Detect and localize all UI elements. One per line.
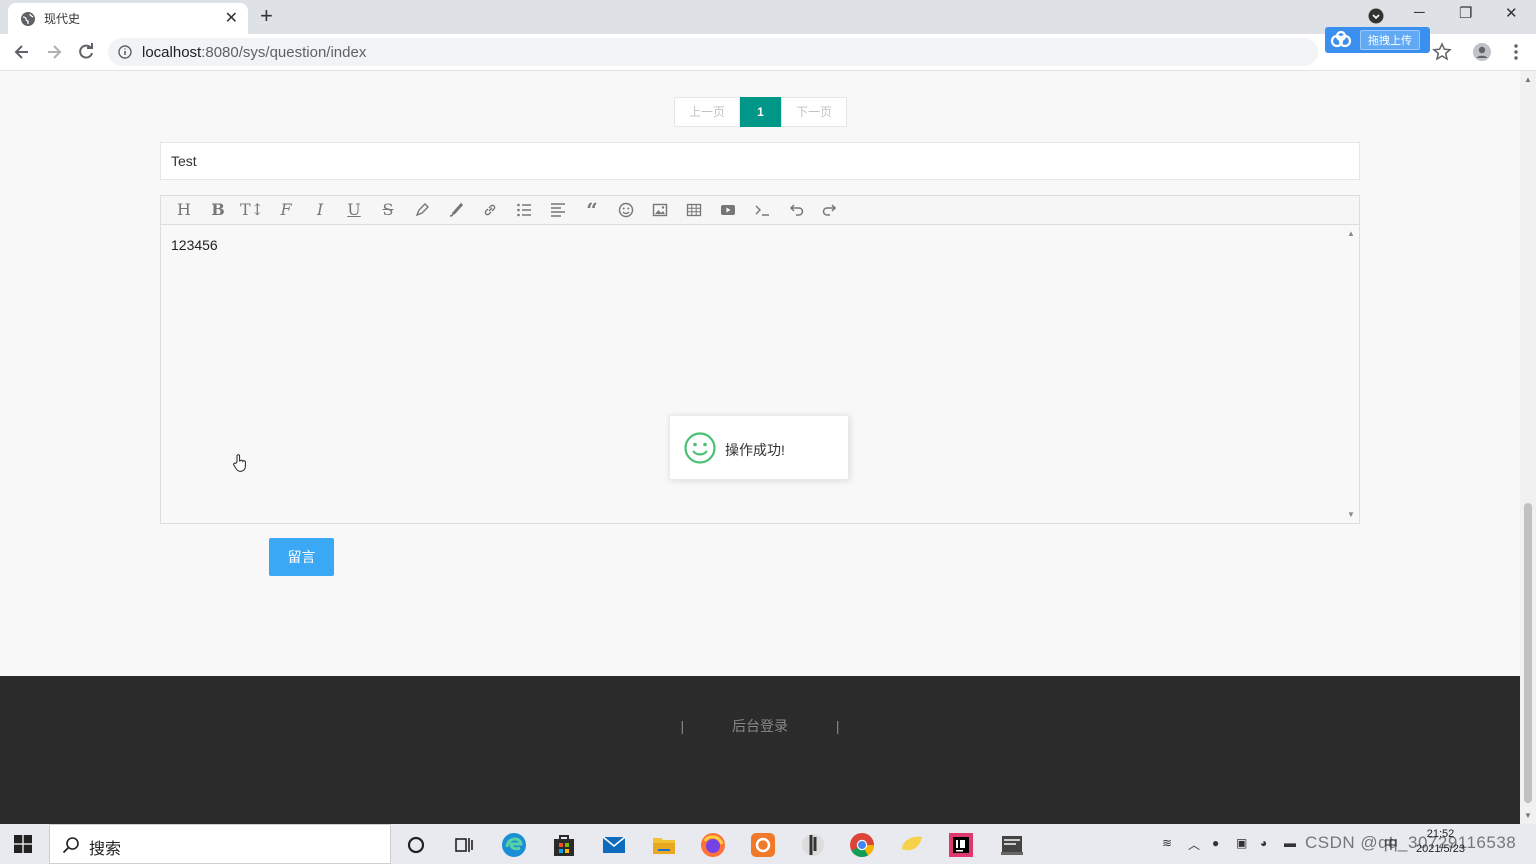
globe-icon xyxy=(21,11,35,26)
app-inkscape-icon[interactable] xyxy=(800,832,826,858)
app-gear-icon[interactable] xyxy=(750,832,776,858)
tray-chevron-icon[interactable]: ︿ xyxy=(1188,836,1200,853)
editor-toolbar: H B T↕ F I U S “ xyxy=(161,196,1359,225)
justify-icon[interactable] xyxy=(541,196,575,224)
image-icon[interactable] xyxy=(643,196,677,224)
prev-page-button[interactable]: 上一页 xyxy=(674,97,740,127)
mail-icon[interactable] xyxy=(601,832,627,858)
app-yellow-icon[interactable] xyxy=(899,832,925,858)
page-scrollbar[interactable]: ▲ ▼ xyxy=(1520,71,1536,824)
csdn-watermark: CSDN @qq_30729116538 xyxy=(1305,833,1517,852)
undo-icon[interactable] xyxy=(779,196,813,224)
question-title-input[interactable]: Test xyxy=(160,142,1360,180)
url-text: localhost:8080/sys/question/index xyxy=(142,44,366,61)
font-size-icon[interactable]: T↕ xyxy=(235,196,269,224)
cloud-icon xyxy=(1330,31,1352,48)
task-view-icon[interactable] xyxy=(451,832,477,858)
footer-separator: | xyxy=(680,718,685,734)
list-icon[interactable] xyxy=(507,196,541,224)
pagination: 上一页 1 下一页 xyxy=(674,97,847,127)
hand-cursor-icon xyxy=(233,454,246,472)
firefox-icon[interactable] xyxy=(700,832,726,858)
profile-avatar-icon[interactable] xyxy=(1472,42,1492,62)
taskbar-search-placeholder: 搜索 xyxy=(89,841,122,858)
url-path: :8080/sys/question/index xyxy=(201,44,367,61)
editor-content-text: 123456 xyxy=(171,237,218,253)
editor-scroll-down-icon[interactable]: ▼ xyxy=(1347,510,1355,519)
next-page-button[interactable]: 下一页 xyxy=(781,97,847,127)
file-explorer-icon[interactable] xyxy=(651,832,677,858)
browser-tab-bar: 现代史 ✕ + ─ ❐ ✕ xyxy=(0,0,1536,34)
leave-message-button[interactable]: 留言 xyxy=(269,538,334,576)
upload-extension-button[interactable]: 拖拽上传 xyxy=(1325,27,1430,53)
url-host: localhost xyxy=(142,44,202,61)
emoticon-icon[interactable] xyxy=(609,196,643,224)
heading-icon[interactable]: H xyxy=(167,196,201,224)
wifi-icon[interactable]: ≋ xyxy=(1162,836,1172,850)
taskbar-search-box[interactable]: 搜索 xyxy=(49,824,391,864)
browser-toolbar: localhost:8080/sys/question/index xyxy=(0,34,1536,71)
windows-taskbar: 搜索 ≋ ︿ ● ▣ ◕ ▬ 中 21:52 2021/5/23 CSDN @q… xyxy=(0,824,1536,864)
battery-icon[interactable]: ▬ xyxy=(1284,836,1296,850)
smile-icon xyxy=(684,432,716,464)
app-terminal-icon[interactable] xyxy=(999,832,1025,858)
qq-icon[interactable]: ◕ xyxy=(1260,836,1267,850)
browser-tab[interactable]: 现代史 ✕ xyxy=(8,3,248,34)
page-content: 上一页 1 下一页 Test H B T↕ F I U S “ 123456 ▲… xyxy=(0,71,1520,824)
extension-label: 拖拽上传 xyxy=(1360,30,1420,50)
editor-scrollbar[interactable]: ▲ ▼ xyxy=(1342,225,1359,524)
scroll-down-icon[interactable]: ▼ xyxy=(1524,811,1532,820)
editor-scroll-up-icon[interactable]: ▲ xyxy=(1347,229,1355,238)
current-page-button[interactable]: 1 xyxy=(740,97,781,127)
font-family-icon[interactable]: F xyxy=(269,196,303,224)
table-icon[interactable] xyxy=(677,196,711,224)
intellij-icon[interactable] xyxy=(948,832,974,858)
store-icon[interactable] xyxy=(551,832,577,858)
windows-start-icon[interactable] xyxy=(14,835,32,853)
forward-arrow-icon[interactable] xyxy=(44,42,64,62)
edge-browser-icon[interactable] xyxy=(501,832,527,858)
footer-separator: | xyxy=(835,718,840,734)
strikethrough-icon[interactable]: S xyxy=(371,196,405,224)
monitor-icon[interactable]: ▣ xyxy=(1236,836,1247,850)
tab-close-icon[interactable]: ✕ xyxy=(225,10,238,27)
info-icon[interactable] xyxy=(118,45,132,59)
redo-icon[interactable] xyxy=(813,196,847,224)
restore-button[interactable]: ❐ xyxy=(1459,4,1472,22)
code-icon[interactable] xyxy=(745,196,779,224)
reload-icon[interactable] xyxy=(76,42,96,62)
italic-icon[interactable]: I xyxy=(303,196,337,224)
back-arrow-icon[interactable] xyxy=(12,42,32,62)
bold-icon[interactable]: B xyxy=(201,196,235,224)
fore-color-icon[interactable] xyxy=(405,196,439,224)
chrome-icon[interactable] xyxy=(849,832,875,858)
new-tab-button[interactable]: + xyxy=(260,4,273,28)
minimize-button[interactable]: ─ xyxy=(1414,4,1425,21)
microphone-icon[interactable]: ● xyxy=(1212,836,1219,850)
background-color-icon[interactable] xyxy=(439,196,473,224)
toast-message: 操作成功! xyxy=(725,442,785,458)
bookmark-star-icon[interactable] xyxy=(1432,42,1452,62)
cortana-icon[interactable] xyxy=(403,832,429,858)
video-icon[interactable] xyxy=(711,196,745,224)
scroll-thumb[interactable] xyxy=(1524,503,1532,803)
address-bar[interactable]: localhost:8080/sys/question/index xyxy=(108,38,1318,66)
menu-dots-icon[interactable] xyxy=(1506,42,1526,62)
scroll-up-icon[interactable]: ▲ xyxy=(1524,75,1532,84)
search-icon xyxy=(62,837,79,854)
close-window-button[interactable]: ✕ xyxy=(1505,4,1518,22)
footer-links: | 后台登录 | xyxy=(0,716,1520,736)
tab-title: 现代史 xyxy=(44,12,81,26)
link-icon[interactable] xyxy=(473,196,507,224)
tab-search-icon[interactable] xyxy=(1368,8,1384,24)
success-toast: 操作成功! xyxy=(669,415,849,480)
admin-login-link[interactable]: 后台登录 xyxy=(732,718,788,734)
underline-icon[interactable]: U xyxy=(337,196,371,224)
quote-icon[interactable]: “ xyxy=(575,196,609,224)
page-footer: | 后台登录 | xyxy=(0,676,1520,824)
